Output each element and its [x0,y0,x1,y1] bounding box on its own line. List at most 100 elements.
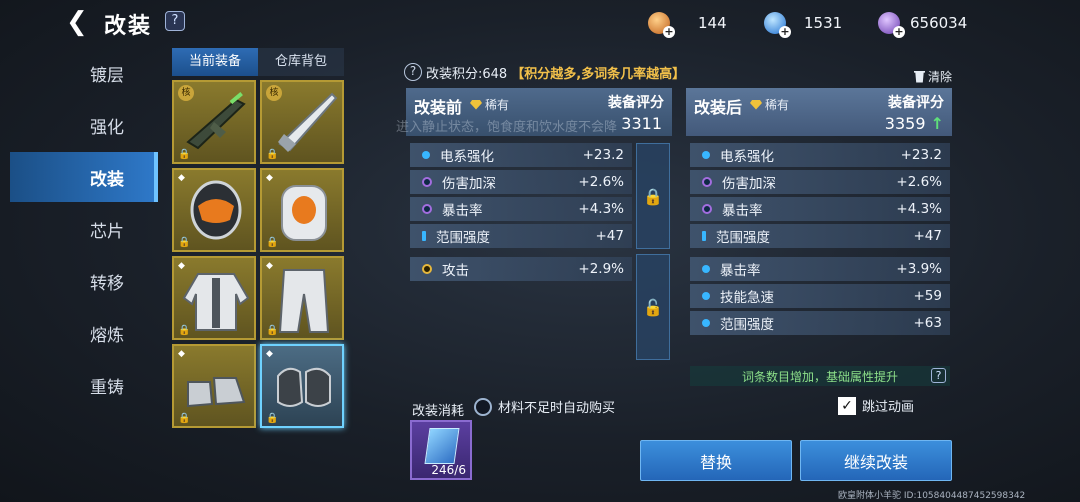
diamond-icon [470,99,482,110]
sidebar: 镀层 强化 改装 芯片 转移 熔炼 重铸 [10,44,158,424]
help-icon[interactable]: ? [404,63,422,81]
purple-orb-icon: + [878,12,905,38]
rarity-gem-icon: ◆ [266,261,273,271]
lock-icon: 🔒 [178,149,191,160]
core-badge: 核 [178,85,194,101]
continue-modify-button[interactable]: 继续改装 [800,440,952,481]
help-icon[interactable]: ? [165,11,185,31]
stat-row: 电系强化 +23.2 [690,143,950,167]
rarity-gem-icon: ◆ [266,173,273,183]
sidebar-item-coating[interactable]: 镀层 [10,48,158,98]
unlock-icon: 🔓 [643,297,663,317]
stat-ring-icon [422,204,432,214]
skip-animation-checkbox[interactable]: ✓ 跳过动画 [838,396,914,415]
stat-row: 伤害加深 +2.6% [410,170,632,194]
radio-icon [474,397,492,416]
currency-orange[interactable]: + 144 [648,10,727,38]
currency-value: 144 [698,14,727,32]
material-count: 246/6 [431,463,466,477]
trash-icon [914,70,925,83]
rarity-gem-icon: ◆ [178,261,185,271]
after-score: 3359 ↑ [884,114,944,133]
clear-label: 清除 [928,70,953,84]
sidebar-item-recast[interactable]: 重铸 [10,360,158,410]
background-ghost-text: 进入静止状态，饱食度和饮水度不会降 [396,120,618,135]
page-title: 改装 [104,14,153,39]
player-id-footer: 欧皇附体小羊驼 ID:1058404487452598342 [838,491,1026,501]
unlock-toggle[interactable]: 🔓 [636,254,670,360]
stat-bar-icon [422,231,426,241]
lock-icon: 🔒 [266,413,279,424]
equipment-slot-jacket[interactable]: ◆ 🔒 [172,256,256,340]
mod-score-line: ? 改装积分:648 【积分越多,多词条几率越高】 [404,62,685,82]
sidebar-item-enhance[interactable]: 强化 [10,100,158,150]
equipment-grid: 核 🔒 核 🔒 ◆ 🔒 ◆ 🔒 ◆ 🔒 ◆ 🔒 ◆ 🔒 ◆ 🔒 [172,80,344,428]
entry-hint-text: 词条数目增加，基础属性提升 [741,369,898,384]
score-label: 装备评分 [888,95,944,111]
stat-row: 暴击率 +3.9% [690,257,950,281]
equipment-slot-rifle[interactable]: 核 🔒 [172,80,256,164]
equipment-slot-blade[interactable]: 核 🔒 [260,80,344,164]
equipment-tabs: 当前装备 仓库背包 [172,48,344,76]
stat-dot-icon [422,151,430,159]
equipment-slot-helmet[interactable]: ◆ 🔒 [172,168,256,252]
stat-ring-icon [422,177,432,187]
auto-buy-radio[interactable]: 材料不足时自动购买 [474,397,615,416]
help-icon[interactable]: ? [931,368,946,383]
cost-label: 改装消耗 [412,404,465,419]
sidebar-item-chip[interactable]: 芯片 [10,204,158,254]
blue-crystal-icon: + [764,12,791,38]
stat-ring-icon [702,177,712,187]
sidebar-item-transfer[interactable]: 转移 [10,256,158,306]
tab-current-equipment[interactable]: 当前装备 [172,48,258,76]
stat-row: 范围强度 +63 [690,311,950,335]
sidebar-item-modify[interactable]: 改装 [10,152,158,202]
rarity-gem-icon: ◆ [178,349,185,359]
currency-value: 656034 [910,14,968,32]
currency-blue[interactable]: + 1531 [764,10,842,38]
stat-row: 电系强化 +23.2 [410,143,632,167]
sidebar-item-smelt[interactable]: 熔炼 [10,308,158,358]
rarity-label: 稀有 [750,96,789,113]
stat-dot-icon [702,151,710,159]
back-arrow-icon[interactable]: ❮ [66,8,94,36]
skip-animation-label: 跳过动画 [862,400,915,415]
equipment-slot-gloves[interactable]: ◆ 🔒 [260,344,344,428]
replace-button[interactable]: 替换 [640,440,792,481]
rarity-gem-icon: ◆ [178,173,185,183]
before-score: 3311 [621,114,662,133]
stat-row: 暴击率 +4.3% [690,197,950,221]
stat-ring-icon [702,204,712,214]
stat-dot-icon [702,319,710,327]
equipment-slot-pants[interactable]: ◆ 🔒 [260,256,344,340]
lock-icon: 🔒 [643,186,663,206]
mod-card-icon [424,428,460,464]
rarity-label: 稀有 [470,96,509,113]
stat-dot-icon [702,265,710,273]
mod-score-text: 改装积分:648 [426,66,508,82]
rarity-gem-icon: ◆ [266,349,273,359]
stat-dot-icon [702,292,710,300]
stat-row: 暴击率 +4.3% [410,197,632,221]
lock-icon: 🔒 [266,149,279,160]
currency-purple[interactable]: + 656034 [878,10,968,38]
equipment-slot-boots[interactable]: ◆ 🔒 [172,344,256,428]
lock-icon: 🔒 [266,325,279,336]
stat-row: 技能急速 +59 [690,284,950,308]
lock-toggle[interactable]: 🔒 [636,143,670,249]
orange-crystal-icon: + [648,12,675,38]
up-arrow-icon: ↑ [930,114,944,133]
stat-row: 范围强度 +47 [690,224,950,248]
lock-icon: 🔒 [178,325,191,336]
stat-row: 范围强度 +47 [410,224,632,248]
auto-buy-label: 材料不足时自动购买 [498,401,616,416]
material-item[interactable]: 246/6 [410,420,472,480]
lock-icon: 🔒 [266,237,279,248]
diamond-icon [750,99,762,110]
before-title: 改装前 [414,98,463,117]
score-label: 装备评分 [608,95,664,111]
stat-row: 攻击 +2.9% [410,257,632,281]
equipment-slot-backpack[interactable]: ◆ 🔒 [260,168,344,252]
clear-button[interactable]: 清除 [914,68,952,85]
tab-warehouse[interactable]: 仓库背包 [258,48,344,76]
